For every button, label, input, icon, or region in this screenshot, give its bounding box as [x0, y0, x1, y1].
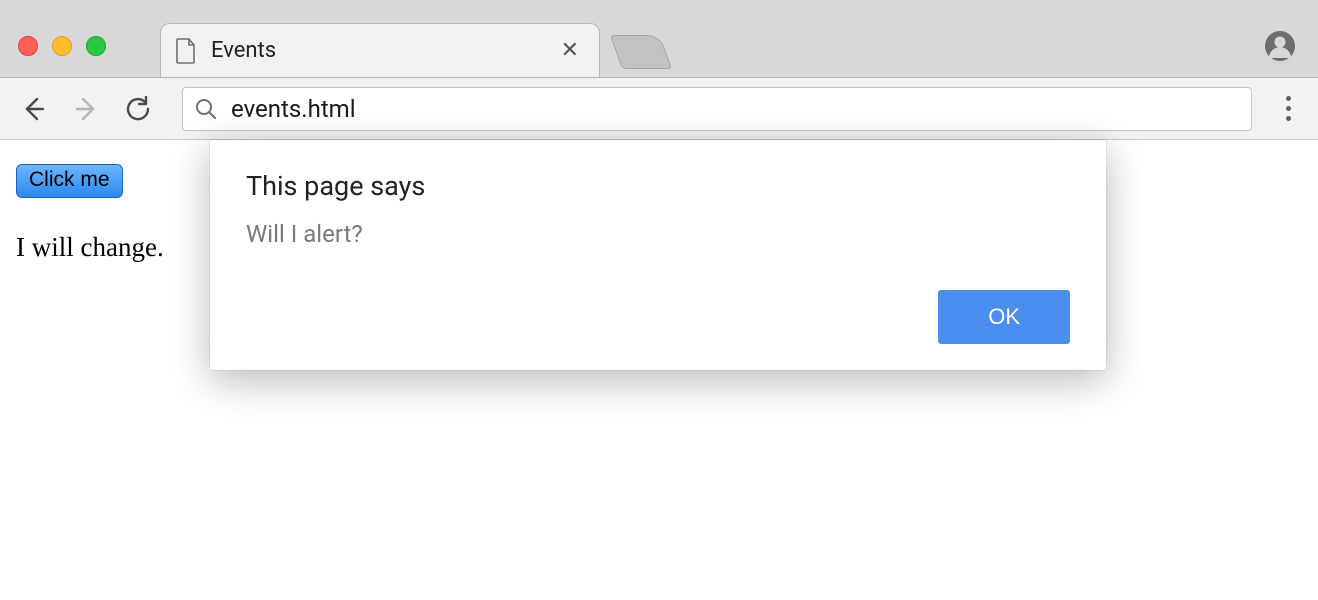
forward-button[interactable]: [66, 89, 106, 129]
close-icon[interactable]: ✕: [555, 38, 585, 64]
click-me-button[interactable]: Click me: [16, 164, 123, 198]
browser-titlebar: Events ✕: [0, 0, 1318, 78]
new-tab-button[interactable]: [610, 35, 672, 69]
alert-message: Will I alert?: [246, 220, 1070, 248]
window-minimize-button[interactable]: [52, 36, 72, 56]
alert-actions: OK: [246, 290, 1070, 344]
tab-strip: Events ✕: [160, 23, 666, 77]
window-maximize-button[interactable]: [86, 36, 106, 56]
alert-dialog: This page says Will I alert? OK: [210, 140, 1106, 370]
profile-icon[interactable]: [1264, 30, 1296, 66]
file-icon: [175, 38, 197, 64]
browser-menu-button[interactable]: [1272, 96, 1304, 121]
browser-toolbar: [0, 78, 1318, 140]
ok-button[interactable]: OK: [938, 290, 1070, 344]
browser-tab[interactable]: Events ✕: [160, 23, 600, 77]
url-input[interactable]: [229, 94, 1239, 124]
reload-button[interactable]: [118, 89, 158, 129]
search-icon: [195, 98, 217, 120]
alert-title: This page says: [246, 170, 1070, 202]
back-button[interactable]: [14, 89, 54, 129]
window-close-button[interactable]: [18, 36, 38, 56]
window-controls: [18, 36, 106, 56]
address-bar[interactable]: [182, 87, 1252, 131]
tab-title: Events: [211, 38, 541, 63]
